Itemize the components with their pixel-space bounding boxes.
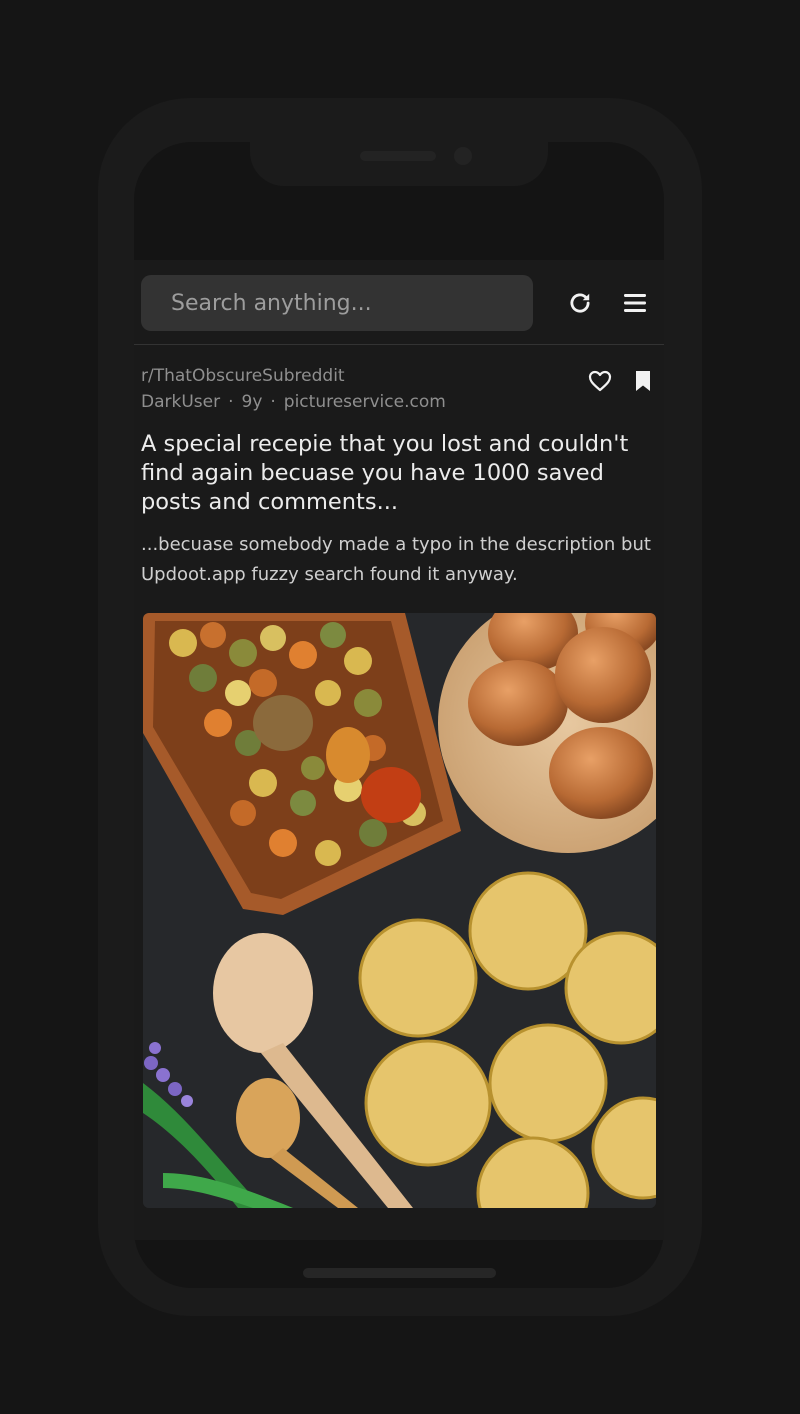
post-description: ...becuase somebody made a typo in the d…: [141, 534, 651, 585]
post-title[interactable]: A special recepie that you lost and coul…: [141, 430, 651, 517]
meta-separator: ·: [228, 392, 234, 412]
search-input[interactable]: [169, 289, 513, 317]
post-domain[interactable]: pictureservice.com: [284, 392, 446, 412]
meta-separator: ·: [270, 392, 276, 412]
bookmark-icon[interactable]: [634, 370, 652, 396]
post-author[interactable]: DarkUser: [141, 392, 220, 412]
app-view: r/ThatObscureSubreddit DarkUser · 9y · pictu…: [134, 260, 664, 1240]
home-indicator: [303, 1268, 496, 1278]
subreddit-link[interactable]: r/ThatObscureSubreddit: [141, 366, 345, 386]
top-bar: [134, 260, 664, 345]
phone-speaker: [360, 151, 436, 161]
search-box[interactable]: [141, 275, 533, 331]
post-meta: DarkUser · 9y · pictureservice.com: [141, 392, 446, 412]
phone-notch: [250, 142, 548, 186]
post-age: 9y: [241, 392, 263, 412]
food-photo: [143, 613, 656, 1208]
hamburger-menu-icon[interactable]: [619, 287, 651, 319]
heart-icon[interactable]: [588, 370, 612, 396]
post-image[interactable]: [143, 613, 656, 1208]
front-camera: [454, 147, 472, 165]
refresh-icon[interactable]: [564, 287, 596, 319]
